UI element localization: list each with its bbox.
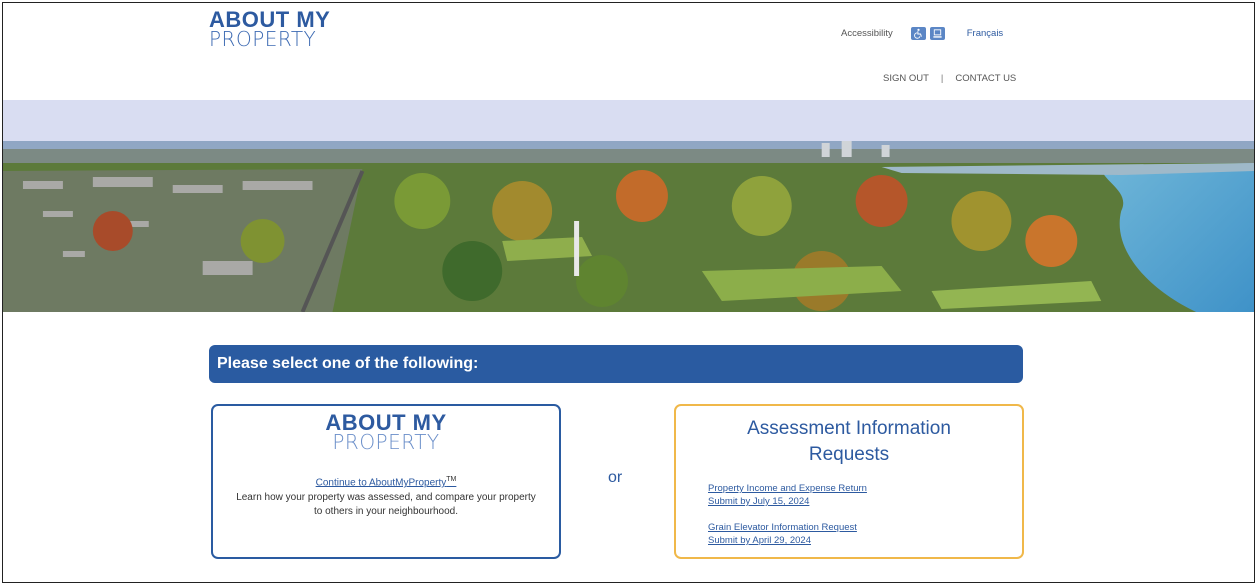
item-label: Property Income and Expense Return xyxy=(708,483,867,494)
item-deadline: Submit by April 29, 2024 xyxy=(708,535,811,546)
card-title: Assessment Information Requests xyxy=(676,416,1022,468)
logo-line2: PROPERTY xyxy=(209,27,317,51)
contact-us-link[interactable]: CONTACT US xyxy=(955,73,1016,84)
site-logo[interactable]: ABOUT MY PROPERTY xyxy=(209,9,330,51)
page-frame: ABOUT MY PROPERTY Accessibility Français… xyxy=(2,2,1255,583)
item-label: Grain Elevator Information Request xyxy=(708,522,857,533)
about-my-property-card[interactable]: ABOUT MY PROPERTY Continue to AboutMyPro… xyxy=(211,404,561,559)
card-title-line2: Requests xyxy=(808,444,890,465)
continue-link[interactable]: Continue to AboutMyPropertyTM xyxy=(316,476,457,488)
card-logo: ABOUT MY PROPERTY xyxy=(213,412,559,454)
trademark-mark: TM xyxy=(446,476,457,483)
aerial-landscape-image xyxy=(3,141,1254,312)
assessment-requests-card: Assessment Information Requests Property… xyxy=(674,404,1024,559)
top-nav: SIGN OUT | CONTACT US xyxy=(883,73,1016,84)
screen-reader-icon[interactable] xyxy=(929,27,945,40)
card-description: Learn how your property was assessed, an… xyxy=(236,492,536,518)
continue-link-label: Continue to AboutMyProperty xyxy=(315,477,447,489)
select-heading: Please select one of the following: xyxy=(209,345,1023,383)
header-band xyxy=(3,100,1254,141)
wheelchair-icon[interactable] xyxy=(910,27,926,40)
nav-separator: | xyxy=(940,73,944,84)
income-expense-return-link[interactable]: Property Income and Expense Return Submi… xyxy=(708,482,1022,508)
utility-bar: Accessibility Français xyxy=(841,27,1003,40)
accessibility-link[interactable]: Accessibility xyxy=(841,28,893,39)
language-toggle-link[interactable]: Français xyxy=(967,28,1003,39)
sign-out-link[interactable]: SIGN OUT xyxy=(883,73,929,84)
grain-elevator-request-link[interactable]: Grain Elevator Information Request Submi… xyxy=(708,521,1022,547)
item-deadline: Submit by July 15, 2024 xyxy=(708,496,810,507)
card-title-line1: Assessment Information xyxy=(747,418,951,439)
or-separator: or xyxy=(608,469,623,486)
card-logo-line2: PROPERTY xyxy=(332,430,440,454)
